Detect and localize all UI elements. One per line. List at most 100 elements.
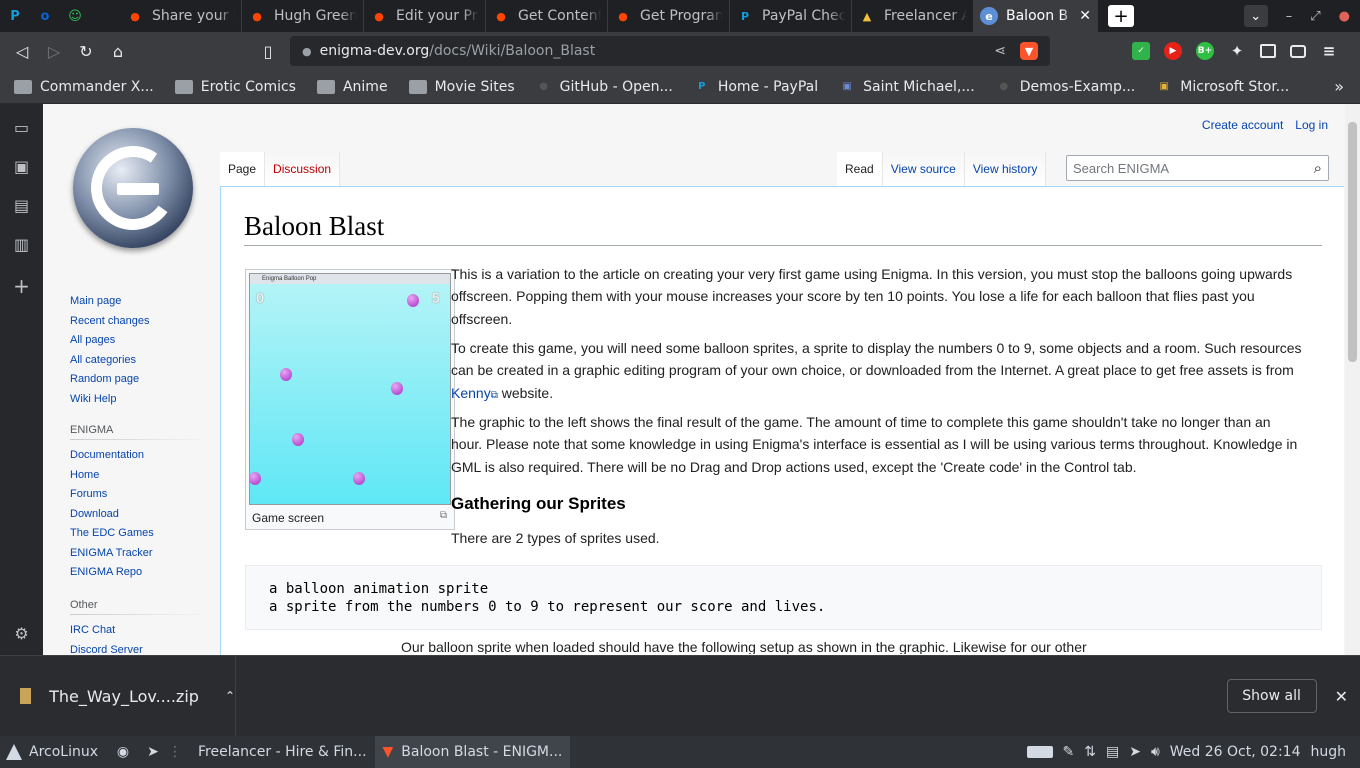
download-item[interactable]: The_Way_Lov....zip ⌃ [0,655,236,737]
reading-list-icon[interactable]: ▥ [14,235,29,254]
kenny-link[interactable]: Kenny [451,385,491,401]
show-all-button[interactable]: Show all [1226,679,1317,713]
tab-view-source[interactable]: View source [882,152,965,186]
nav-link[interactable]: All categories [70,351,210,371]
nav-link[interactable]: Download [70,505,210,525]
pinned-tab-smiley-icon[interactable]: ☺ [60,0,90,32]
volume-icon[interactable]: 🔊︎ [1151,744,1160,760]
settings-gear-icon[interactable]: ⚙ [14,624,28,643]
login-link[interactable]: Log in [1295,118,1328,132]
clock[interactable]: Wed 26 Oct, 02:14 [1170,744,1301,760]
tab-item[interactable]: ● Share your F [120,0,242,32]
close-window-icon[interactable]: ● [1339,9,1350,24]
enigma-logo[interactable] [73,128,193,248]
bookmark-item[interactable]: ● Demos-Examp... [996,79,1135,95]
bookmark-item[interactable]: ● GitHub - Open... [536,79,673,95]
task-label: Freelancer - Hire & Fin... [198,744,367,760]
nav-link[interactable]: The EDC Games [70,524,210,544]
nav-link[interactable]: All pages [70,331,210,351]
nav-link[interactable]: Discord Server [70,641,210,656]
back-icon[interactable]: ◁ [6,42,38,61]
nav-link[interactable]: Random page [70,370,210,390]
tab-discussion[interactable]: Discussion [265,152,341,186]
tab-item[interactable]: ● Hugh Green [242,0,364,32]
bookmark-item[interactable]: P Home - PayPal [694,79,818,95]
restore-icon[interactable]: ⤢ [1310,9,1320,24]
clipboard-icon[interactable]: ▤ [1106,744,1119,760]
create-account-link[interactable]: Create account [1202,118,1283,132]
close-icon[interactable]: ✕ [1335,687,1348,706]
network-icon[interactable]: ⇅ [1084,744,1096,760]
sidebar-toggle-icon[interactable] [1260,44,1276,58]
bookmark-item[interactable]: ▣ Saint Michael,... [839,79,974,95]
bookmark-item[interactable]: Movie Sites [408,79,515,95]
pinned-tab-paypal-icon[interactable]: P [0,0,30,32]
brave-shields-icon[interactable]: ▼ [1020,42,1038,60]
bplus-extension-icon[interactable]: B+ [1196,42,1214,60]
home-icon[interactable]: ⌂ [102,42,134,61]
wallet-sidebar-icon[interactable]: ▣ [14,157,29,176]
bookmarks-sidebar-icon[interactable]: ▤ [14,196,29,215]
taskbar-task[interactable]: Freelancer - Hire & Fin... [182,736,375,768]
keyboard-layout-icon[interactable] [1026,746,1053,758]
pinned-tab-outlook-icon[interactable]: o [30,0,60,32]
telegram-launcher-icon[interactable]: ➤ [138,744,168,760]
video-icon[interactable]: ▭ [14,118,29,137]
address-bar[interactable]: ● enigma-dev.org/docs/Wiki/Baloon_Blast … [290,36,1050,66]
tab-read[interactable]: Read [837,152,883,186]
zip-file-icon [20,688,32,704]
bookmark-item[interactable]: Anime [316,79,388,95]
search-icon[interactable]: ⌕ [1314,160,1322,177]
forward-icon[interactable]: ▷ [38,42,70,61]
nav-link[interactable]: Forums [70,485,210,505]
tab-item[interactable]: ● Get Content [486,0,608,32]
chevron-up-icon[interactable]: ⌃ [225,689,235,703]
nav-link[interactable]: ENIGMA Tracker [70,544,210,564]
more-launchers-icon[interactable]: ⋮ [168,744,182,760]
reddit-icon: ● [130,9,140,23]
minimize-icon[interactable]: – [1286,9,1293,24]
close-tab-icon[interactable]: ✕ [1079,8,1091,24]
puzzle-icon[interactable]: ✦ [1228,42,1246,60]
telegram-tray-icon[interactable]: ➤ [1129,744,1141,760]
wallet-icon[interactable] [1290,44,1306,58]
bookmark-item[interactable]: ▣ Microsoft Stor... [1156,79,1290,95]
enlarge-icon[interactable]: ⧉ [440,510,447,521]
tab-view-history[interactable]: View history [964,152,1047,186]
youtube-extension-icon[interactable]: ▶ [1164,42,1182,60]
shield-extension-icon[interactable]: ✓ [1132,42,1150,60]
tab-item[interactable]: P PayPal Chec [730,0,852,32]
reload-icon[interactable]: ↻ [70,42,102,61]
add-panel-icon[interactable]: + [13,274,30,298]
search-input[interactable]: Search ENIGMA ⌕ [1066,155,1329,181]
nav-link[interactable]: Main page [70,292,210,312]
new-tab-button[interactable]: + [1108,5,1134,27]
start-menu[interactable]: ArcoLinux [0,744,108,760]
nav-link[interactable]: Home [70,466,210,486]
notes-icon[interactable]: ✎ [1063,744,1075,760]
menu-icon[interactable]: ≡ [1320,42,1338,60]
nav-link[interactable]: Recent changes [70,312,210,332]
tab-item[interactable]: ▲ Freelancer A [852,0,974,32]
bookmark-item[interactable]: Commander X... [14,79,154,95]
tab-item[interactable]: ● Get Progran [608,0,730,32]
tab-item[interactable]: ● Edit your Pr [364,0,486,32]
tab-search-chevron-icon[interactable]: ⌄ [1243,5,1268,27]
bookmark-item[interactable]: Erotic Comics [174,79,296,95]
p5-text: Our balloon sprite when loaded should ha… [401,642,1087,654]
more-bookmarks-icon[interactable]: » [1334,77,1344,96]
share-icon[interactable]: ⋖ [994,43,1006,59]
tab-page[interactable]: Page [220,152,266,186]
nav-link[interactable]: Documentation [70,446,210,466]
taskbar-task[interactable]: ▼ Baloon Blast - ENIGM... [374,736,571,768]
bookmark-icon[interactable]: ▯ [252,42,284,61]
tab-active[interactable]: e Baloon B ✕ [974,0,1098,32]
nav-link[interactable]: ENIGMA Repo [70,563,210,583]
scrollbar-thumb[interactable] [1348,122,1357,362]
folder-icon [174,79,193,94]
browser-launcher-icon[interactable]: ◉ [108,744,138,760]
game-screenshot[interactable]: Enigma Balloon Pop 0 5 [249,273,451,505]
page-scrollbar[interactable] [1345,104,1360,655]
nav-link[interactable]: Wiki Help [70,390,210,410]
nav-link[interactable]: IRC Chat [70,621,210,641]
